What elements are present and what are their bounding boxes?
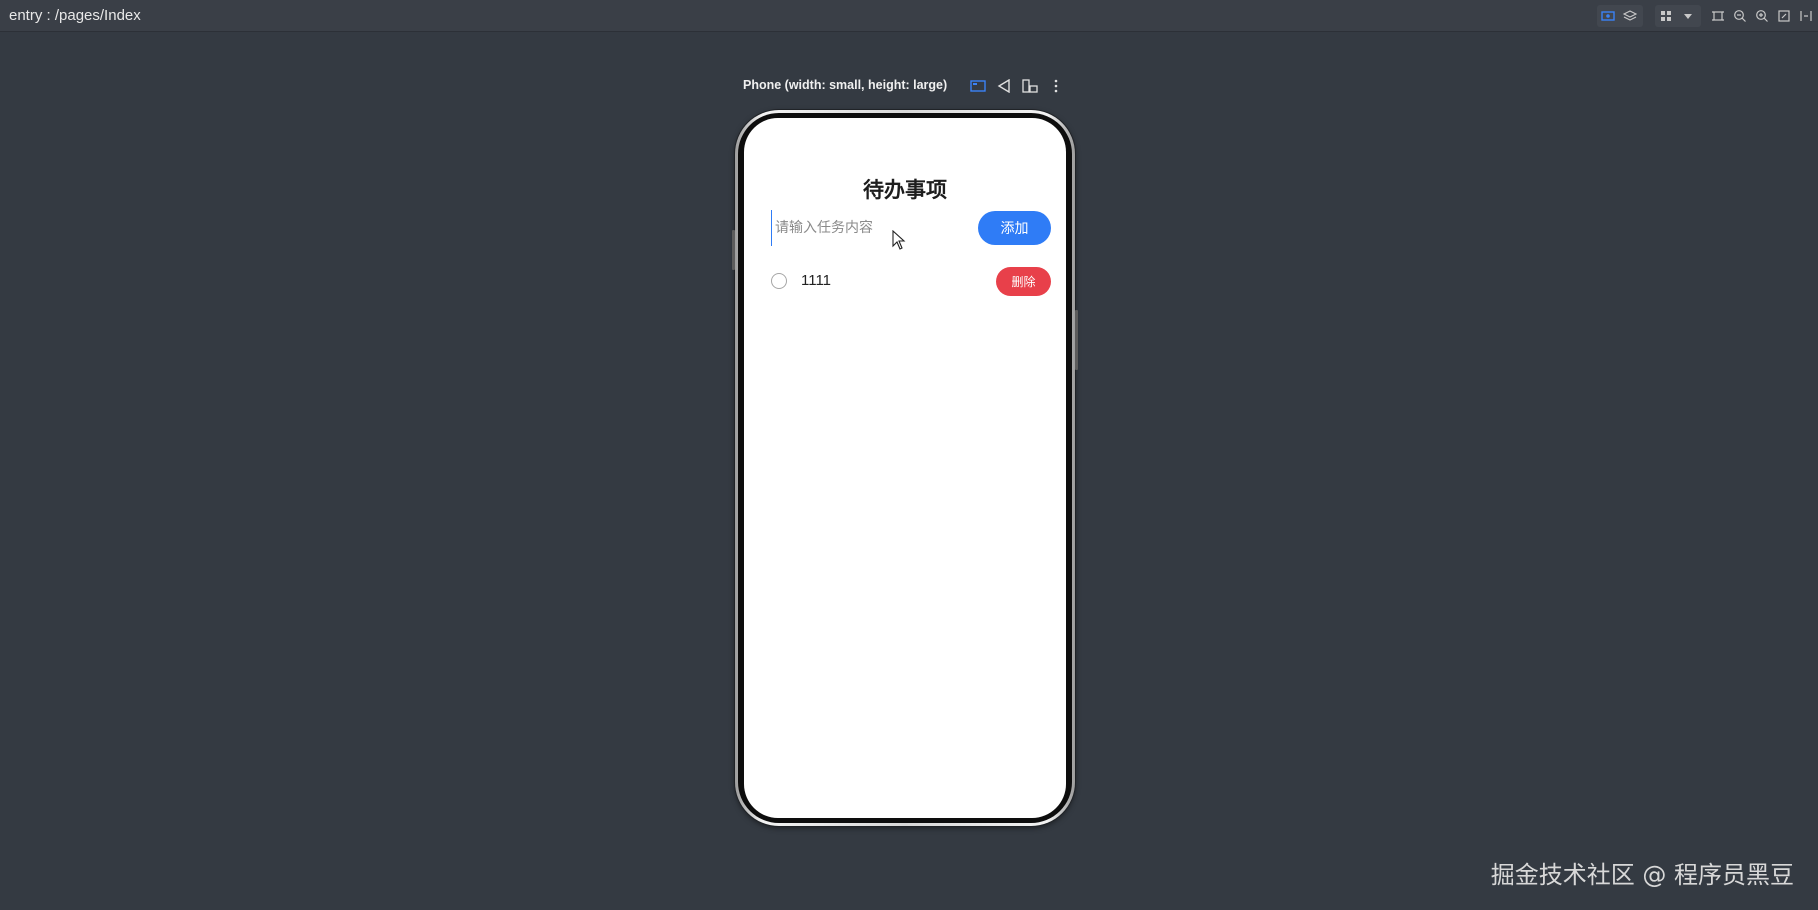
back-icon[interactable] [994, 76, 1014, 96]
phone-frame: 待办事项 添加 1111 删除 [732, 110, 1078, 826]
layers-icon[interactable] [1619, 5, 1641, 27]
app-screen: 待办事项 添加 1111 删除 [744, 118, 1066, 818]
fit-screen-icon[interactable] [1773, 5, 1795, 27]
delete-button[interactable]: 删除 [996, 267, 1051, 296]
watermark: 掘金技术社区 @ 程序员黑豆 [1490, 861, 1794, 889]
page-title: 待办事项 [863, 179, 947, 202]
task-row: 1111 删除 [771, 267, 1051, 297]
task-input[interactable] [771, 210, 965, 246]
chevron-down-icon[interactable] [1677, 5, 1699, 27]
device-label: Phone (width: small, height: large) [743, 78, 948, 92]
task-checkbox[interactable] [771, 273, 787, 289]
more-icon[interactable] [1046, 76, 1066, 96]
inspect-icon[interactable] [1597, 5, 1619, 27]
device-preview-icon[interactable] [968, 76, 988, 96]
top-toolbar: entry : /pages/Index [0, 0, 1818, 32]
mouse-cursor-icon [892, 229, 906, 255]
volume-button [732, 230, 735, 270]
rotate-device-icon[interactable] [1020, 76, 1040, 96]
input-row: 添加 [771, 210, 1051, 246]
zoom-in-icon[interactable] [1751, 5, 1773, 27]
power-button [1075, 310, 1078, 370]
crop-icon[interactable] [1707, 5, 1729, 27]
device-actions [968, 76, 1066, 96]
split-view-icon[interactable] [1795, 5, 1817, 27]
zoom-out-icon[interactable] [1729, 5, 1751, 27]
zoom-controls [1707, 5, 1817, 27]
add-button[interactable]: 添加 [978, 211, 1051, 245]
view-mode-group [1597, 5, 1643, 27]
route-path: entry : /pages/Index [9, 7, 141, 24]
layout-select-group [1655, 5, 1701, 27]
grid-icon[interactable] [1655, 5, 1677, 27]
task-text: 1111 [801, 272, 832, 289]
